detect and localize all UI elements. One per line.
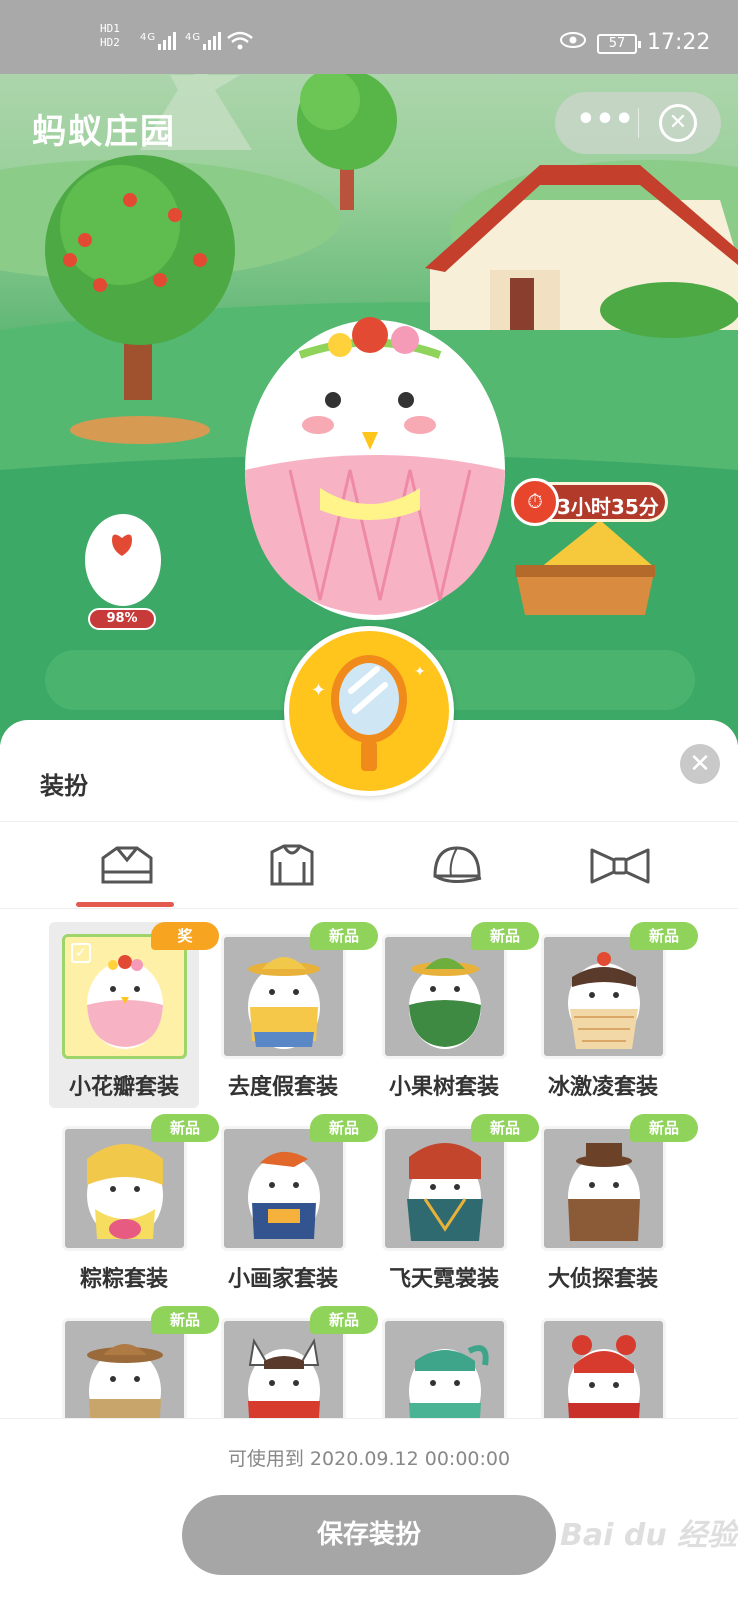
egg-progress[interactable]: 98%	[88, 608, 156, 630]
outfit-name: 小果树套装	[388, 1075, 499, 1100]
outfit-name: 粽粽套装	[79, 1267, 168, 1292]
outfit-name: 冰激凌套装	[547, 1075, 658, 1100]
timer-text: 3小时35分	[557, 495, 659, 519]
outfit-name: 大侦探套装	[547, 1267, 658, 1292]
svg-text:✦: ✦	[311, 680, 326, 701]
hoodie-icon	[270, 844, 314, 886]
save-outfit-button[interactable]: 保存装扮	[182, 1495, 556, 1575]
outfit-item[interactable]: 新品 大侦探套装	[528, 1114, 698, 1300]
outfit-item[interactable]: 新品 小果树套装	[369, 922, 539, 1108]
outfit-name: 小花瓣套装	[68, 1075, 179, 1100]
new-badge: 新品	[310, 922, 378, 950]
outfit-thumbnail	[382, 1318, 507, 1418]
outfit-thumbnail: ✓	[62, 934, 187, 1059]
outfit-item[interactable]: 新品 小画家套装	[208, 1114, 378, 1300]
clock: 17:22	[647, 30, 711, 55]
hat-icon	[433, 846, 482, 883]
outfit-name: 去度假套装	[227, 1075, 338, 1100]
new-badge: 新品	[151, 1114, 219, 1142]
divider	[0, 1418, 738, 1419]
tab-hoodie[interactable]	[240, 822, 340, 908]
checkbox-icon: ✓	[71, 943, 91, 963]
mini-program-capsule: ••• ✕	[555, 92, 721, 154]
new-badge: 新品	[630, 1114, 698, 1142]
divider	[0, 908, 738, 909]
outfit-item[interactable]: ✓ 奖 小花瓣套装	[49, 922, 219, 1108]
active-tab-indicator	[76, 902, 174, 907]
sheet-title: 装扮	[40, 772, 88, 800]
dress-up-sheet: 装扮 ✕ ✓ 奖 小花瓣套装 新品 去度假套装 新品 小果树套装 新品 冰激凌套…	[0, 720, 738, 1600]
outfit-item[interactable]: 新品 飞天霓裳装	[369, 1114, 539, 1300]
outfit-item[interactable]	[528, 1306, 678, 1418]
outfit-thumbnail	[382, 934, 507, 1059]
outfit-item[interactable]: 新品	[49, 1306, 219, 1418]
battery-icon: 57	[597, 34, 641, 54]
outfit-thumbnail	[382, 1126, 507, 1251]
outfit-item[interactable]	[369, 1306, 519, 1418]
outfit-thumbnail	[541, 934, 666, 1059]
outfit-name: 飞天霓裳装	[388, 1267, 499, 1292]
outfit-thumbnail	[541, 1318, 666, 1418]
outfit-item[interactable]: 新品 粽粽套装	[49, 1114, 219, 1300]
award-badge: 奖	[151, 922, 219, 950]
svg-text:4G: 4G	[140, 32, 156, 43]
new-badge: 新品	[471, 922, 539, 950]
feed-timer: ⏱ 3小时35分	[511, 478, 668, 526]
valid-until-text: 可使用到 2020.09.12 00:00:00	[227, 1448, 511, 1470]
new-badge: 新品	[471, 1114, 539, 1142]
svg-text:4G: 4G	[185, 32, 201, 43]
outfit-thumbnail	[221, 1126, 346, 1251]
mirror-icon: ✦ ✦	[311, 655, 426, 771]
category-tabs	[0, 822, 738, 908]
outfit-item[interactable]: 新品 去度假套装	[208, 922, 378, 1108]
new-badge: 新品	[310, 1114, 378, 1142]
outfit-item[interactable]: 新品 冰激凌套装	[528, 922, 698, 1108]
outfit-name: 小画家套装	[227, 1267, 338, 1292]
stopwatch-icon: ⏱	[511, 478, 559, 526]
bowtie-icon	[590, 848, 650, 884]
eye-icon	[560, 30, 586, 55]
tab-hat[interactable]	[403, 822, 503, 908]
new-badge: 新品	[630, 922, 698, 950]
outfit-thumbnail	[541, 1126, 666, 1251]
svg-text:✦: ✦	[414, 664, 426, 680]
outfit-thumbnail	[221, 934, 346, 1059]
tab-clothes[interactable]	[75, 822, 175, 908]
baidu-watermark: Bai du 经验	[560, 1518, 738, 1553]
close-app-button[interactable]: ✕	[659, 104, 697, 142]
app-title: 蚂蚁庄园	[32, 112, 176, 152]
new-badge: 新品	[151, 1306, 219, 1334]
new-badge: 新品	[310, 1306, 378, 1334]
outfit-thumbnail	[62, 1126, 187, 1251]
clothes-icon	[101, 846, 153, 884]
status-bar: HD1 HD2 4G 4G 57 17:22	[0, 0, 738, 74]
signal-icon: 4G 4G	[140, 28, 260, 57]
sheet-close-button[interactable]: ✕	[680, 744, 720, 784]
tab-accessory[interactable]	[564, 822, 664, 908]
mirror-button[interactable]: ✦ ✦	[284, 626, 454, 796]
sim-indicator: HD1 HD2	[100, 22, 120, 49]
capsule-divider	[638, 108, 639, 138]
outfit-item[interactable]: 新品	[208, 1306, 378, 1418]
more-button[interactable]: •••	[573, 100, 637, 146]
outfit-grid: ✓ 奖 小花瓣套装 新品 去度假套装 新品 小果树套装 新品 冰激凌套装 新品 …	[0, 910, 738, 1418]
